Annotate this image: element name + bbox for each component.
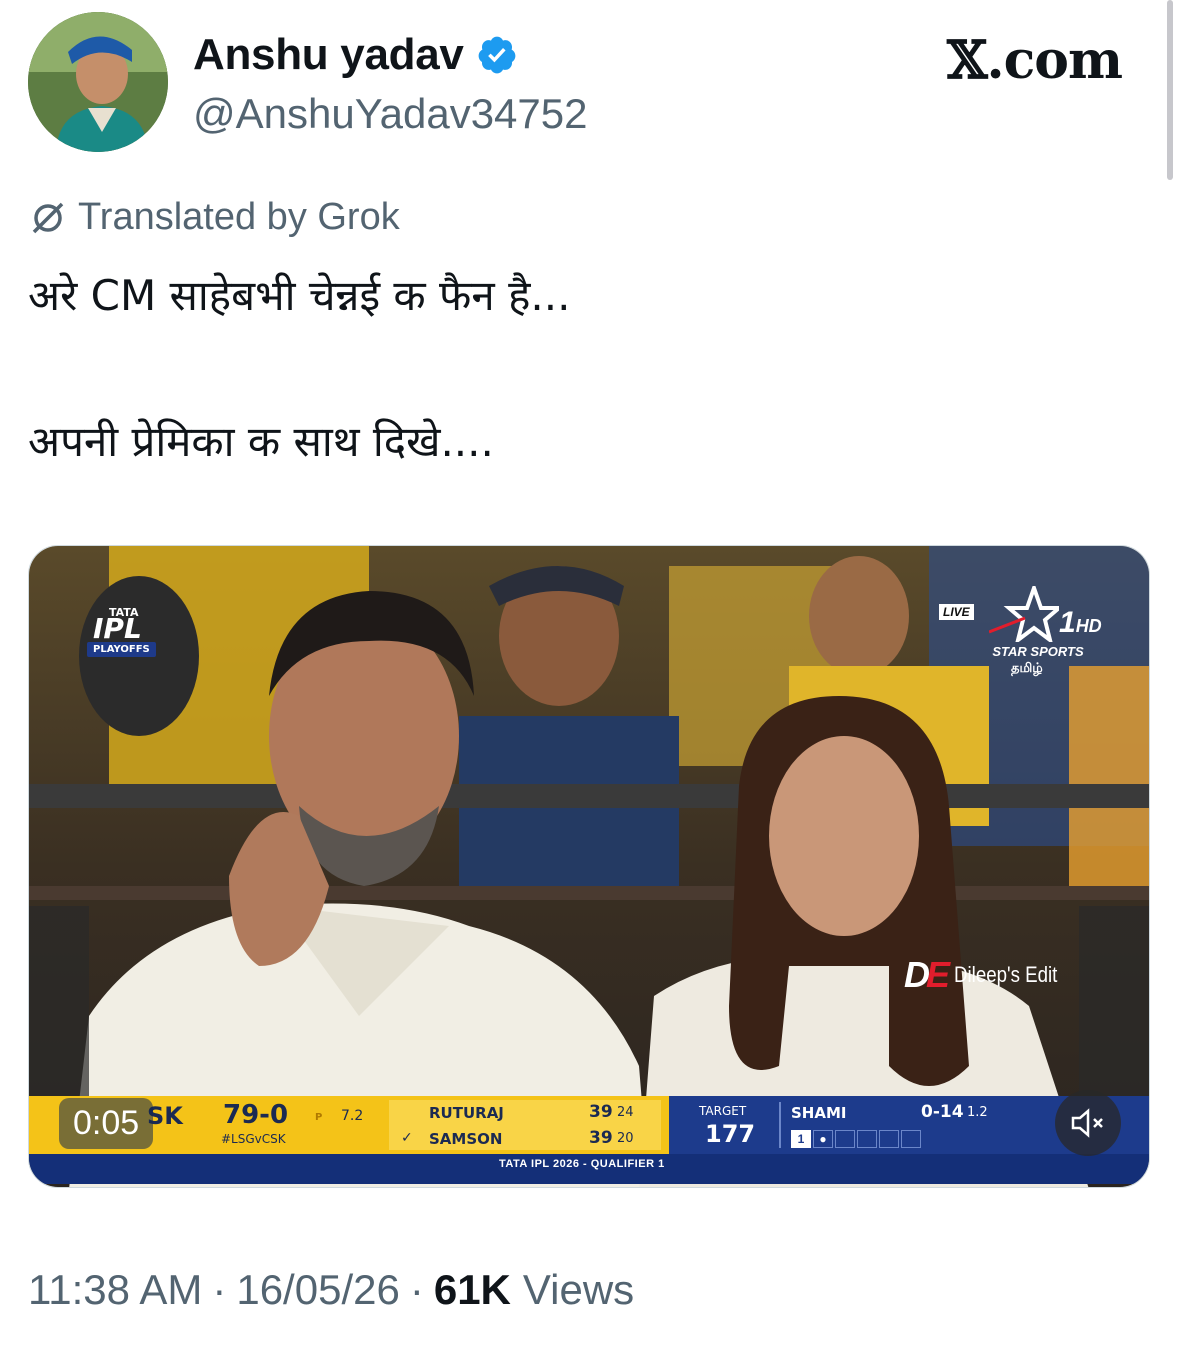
team-score: 79-0 [223, 1100, 289, 1130]
views-count[interactable]: 61K [434, 1266, 511, 1314]
video-timer: 0:05 [59, 1098, 154, 1149]
batter2-name: SAMSON [429, 1130, 503, 1148]
verified-badge-icon [478, 36, 515, 74]
tweet-text-line-2: अपनी प्रेमिका क साथ दिखे.... [28, 417, 494, 466]
batter1-runs: 39 [589, 1102, 613, 1122]
batter2-balls: 20 [617, 1131, 634, 1146]
avatar[interactable] [28, 12, 168, 152]
views-label: Views [522, 1266, 635, 1313]
speaker-muted-icon [1071, 1108, 1103, 1138]
match-hashtag: #LSGvCSK [221, 1132, 286, 1146]
over-balls: 1 ● [791, 1130, 921, 1148]
tweet-time[interactable]: 11:38 AM [28, 1266, 202, 1314]
grok-icon [32, 202, 64, 233]
tweet-meta: 11:38 AM · 16/05/26 · 61K Views [28, 1266, 635, 1314]
batter2-runs: 39 [589, 1128, 613, 1148]
brand-domain: 𝕏.com [947, 30, 1123, 91]
translation-notice[interactable]: Translated by Grok [28, 196, 400, 239]
star-icon [989, 586, 1059, 642]
bowler-overs: 1.2 [967, 1105, 988, 1120]
tweet-text-line-1: अरे CM साहेबभी चेन्नई क फैन है... [28, 271, 571, 320]
tweet-header: Anshu yadav @AnshuYadav34752 𝕏.com [28, 12, 1158, 162]
overs: 7.2 [341, 1108, 364, 1124]
scorebar: SK 79-0 P 7.2 #LSGvCSK RUTURAJ 39 24 ✓ S… [29, 1096, 1149, 1154]
video-player[interactable]: TATA IPL PLAYOFFS LIVE 1HD STAR SPORTS த… [28, 545, 1150, 1188]
target-label: TARGET [699, 1104, 747, 1118]
watermark: DE Dileep's Edit [904, 954, 1058, 995]
display-name[interactable]: Anshu yadav [193, 30, 464, 80]
bowler-name: SHAMI [791, 1104, 847, 1122]
page-scrollbar[interactable] [1167, 0, 1173, 180]
batter1-name: RUTURAJ [429, 1104, 504, 1122]
match-caption: TATA IPL 2026 - QUALIFIER 1 [499, 1158, 665, 1170]
tweet-date[interactable]: 16/05/26 [236, 1266, 400, 1314]
batter1-balls: 24 [617, 1105, 634, 1120]
video-frame [29, 546, 1149, 1187]
target-value: 177 [705, 1120, 756, 1148]
live-badge: LIVE [939, 604, 974, 620]
bowler-figures: 0-14 [921, 1102, 964, 1122]
user-handle[interactable]: @AnshuYadav34752 [193, 90, 588, 138]
translation-label: Translated by Grok [78, 196, 400, 238]
on-strike-icon: ✓ [401, 1130, 413, 1146]
mute-button[interactable] [1055, 1090, 1121, 1156]
